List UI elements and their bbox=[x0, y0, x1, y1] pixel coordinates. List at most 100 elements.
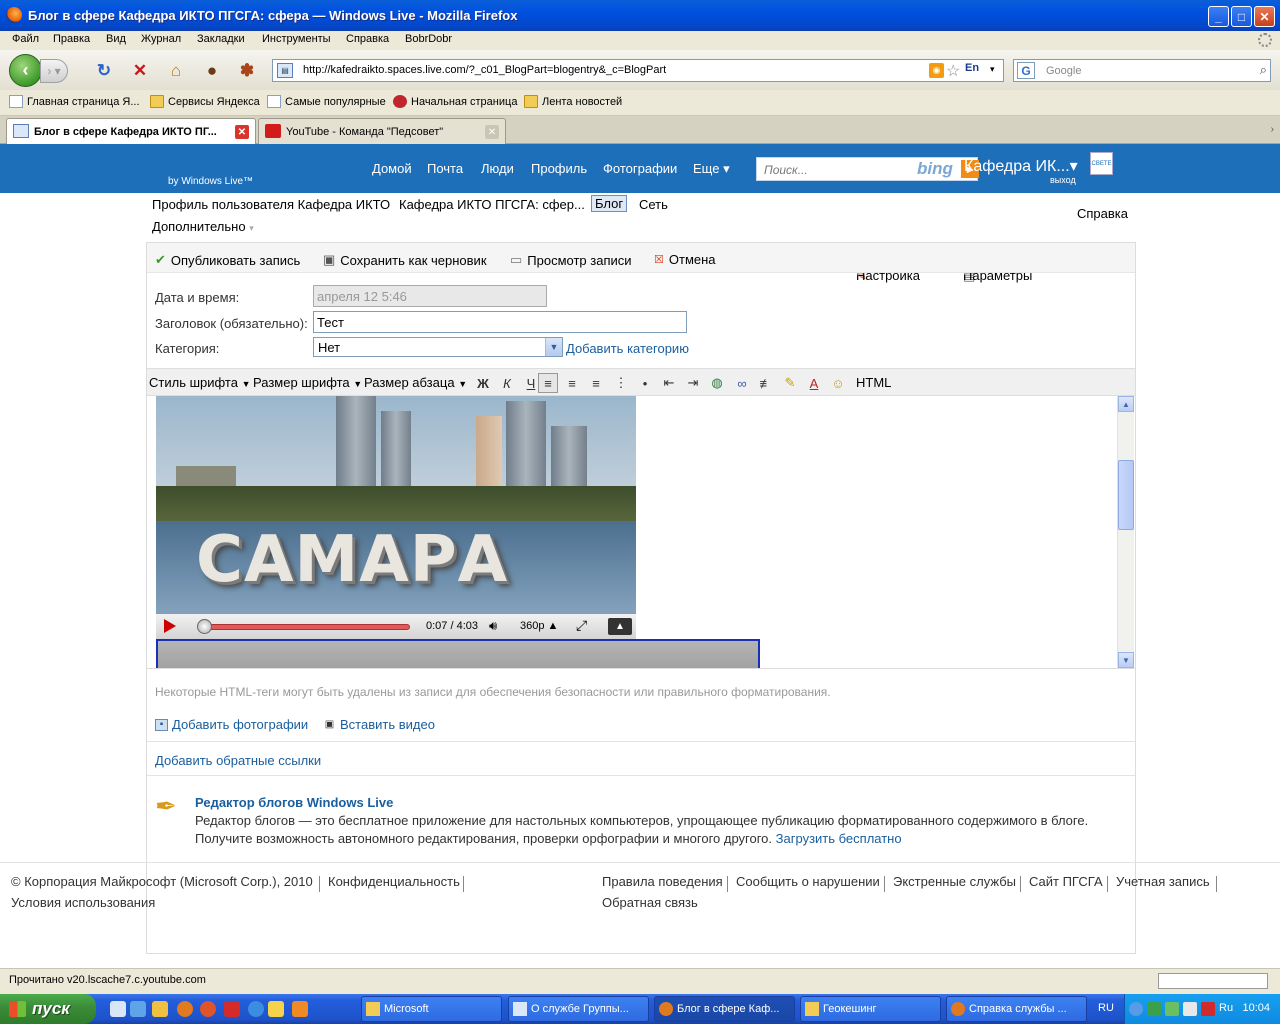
play-icon[interactable] bbox=[164, 619, 176, 633]
subnav-profile[interactable]: Профиль пользователя Кафедра ИКТО bbox=[152, 197, 390, 212]
add-category-link[interactable]: Добавить категорию bbox=[566, 341, 689, 356]
publish-button[interactable]: ✔ Опубликовать запись bbox=[155, 252, 300, 268]
scroll-down-icon[interactable]: ▼ bbox=[1118, 652, 1134, 668]
insert-link-icon[interactable]: ◍ bbox=[707, 373, 727, 393]
bookmark-most-popular[interactable]: Самые популярные bbox=[267, 95, 386, 108]
google-icon[interactable]: G bbox=[1017, 62, 1035, 79]
bookmark-yandex-home[interactable]: Главная страница Я... bbox=[9, 95, 140, 108]
numbered-list-icon[interactable]: ⋮ bbox=[611, 373, 631, 393]
forward-button[interactable]: › ▾ bbox=[40, 59, 68, 83]
cancel-button[interactable]: ☒ Отмена bbox=[654, 252, 716, 267]
title-field[interactable] bbox=[313, 311, 687, 333]
code-of-conduct-link[interactable]: Правила поведения bbox=[602, 874, 723, 889]
paw-icon[interactable]: ✽ bbox=[236, 61, 258, 81]
nav-people[interactable]: Люди bbox=[481, 161, 514, 176]
ie-quicklaunch-icon[interactable] bbox=[248, 1001, 264, 1017]
menu-tools[interactable]: Инструменты bbox=[262, 33, 331, 45]
subnav-more[interactable]: Дополнительно ▾ bbox=[152, 219, 254, 234]
tray-expand-icon[interactable] bbox=[1129, 1002, 1143, 1016]
avatar[interactable]: СВЕТЕ bbox=[1090, 152, 1113, 175]
date-field[interactable] bbox=[313, 285, 547, 307]
font-style-dropdown[interactable]: Стиль шрифта ▼ bbox=[149, 375, 251, 390]
tray-icon[interactable] bbox=[1183, 1002, 1197, 1016]
scroll-up-icon[interactable]: ▲ bbox=[1118, 396, 1134, 412]
highlight-icon[interactable]: ✎ bbox=[780, 373, 800, 393]
tray-icon[interactable] bbox=[1147, 1002, 1161, 1016]
align-right-icon[interactable]: ≡ bbox=[586, 373, 606, 393]
reload-icon[interactable]: ↻ bbox=[93, 61, 115, 81]
emoticon-icon[interactable]: ☺ bbox=[828, 373, 848, 393]
stop-icon[interactable]: ✕ bbox=[129, 61, 151, 81]
paragraph-size-dropdown[interactable]: Размер абзаца ▼ bbox=[364, 375, 467, 390]
search-bar[interactable]: G Google ⌕ bbox=[1013, 59, 1271, 82]
nav-more[interactable]: Еще ▾ bbox=[693, 161, 730, 177]
feedback-link[interactable]: Обратная связь bbox=[602, 895, 698, 910]
back-button[interactable]: ‹ bbox=[9, 54, 42, 87]
bookmark-star-icon[interactable]: ☆ bbox=[946, 61, 960, 81]
media-quicklaunch-icon[interactable] bbox=[268, 1001, 284, 1017]
firefox-quicklaunch-icon[interactable] bbox=[177, 1001, 193, 1017]
user-menu[interactable]: Кафедра ИК...▾ bbox=[964, 156, 1078, 176]
save-draft-button[interactable]: ▣ Сохранить как черновик bbox=[323, 252, 487, 268]
align-center-icon[interactable]: ≡ bbox=[562, 373, 582, 393]
html-mode-button[interactable]: HTML bbox=[856, 375, 891, 390]
bobrdobr-icon[interactable]: ● bbox=[201, 61, 223, 81]
menu-help[interactable]: Справка bbox=[346, 33, 389, 45]
search-icon[interactable]: ⌕ bbox=[1260, 62, 1267, 78]
menu-bobrdobr[interactable]: BobrDobr bbox=[405, 33, 452, 45]
add-backlinks-link[interactable]: Добавить обратные ссылки bbox=[155, 753, 321, 768]
bookmark-news-feed[interactable]: Лента новостей bbox=[524, 95, 622, 108]
tab-blog[interactable]: Блог в сфере Кафедра ИКТО ПГ... ✕ bbox=[6, 118, 256, 144]
align-left-icon[interactable]: ≡ bbox=[538, 373, 558, 393]
menu-history[interactable]: Журнал bbox=[141, 33, 181, 45]
outdent-icon[interactable]: ⇤ bbox=[659, 373, 679, 393]
subnav-network[interactable]: Сеть bbox=[639, 197, 668, 212]
language-indicator[interactable]: En bbox=[965, 62, 979, 74]
bulleted-list-icon[interactable]: • bbox=[635, 373, 655, 393]
show-desktop-icon[interactable] bbox=[110, 1001, 126, 1017]
sign-out-link[interactable]: выход bbox=[1050, 175, 1076, 185]
taskbar-item-groups[interactable]: О службе Группы... bbox=[508, 996, 649, 1022]
bold-button[interactable]: Ж bbox=[473, 373, 493, 393]
category-select[interactable]: Нет ▼ bbox=[313, 337, 563, 357]
home-icon[interactable]: ⌂ bbox=[165, 61, 187, 81]
indent-icon[interactable]: ⇥ bbox=[683, 373, 703, 393]
help-link[interactable]: Справка bbox=[1077, 206, 1128, 221]
video-progress-bar[interactable] bbox=[198, 624, 410, 630]
account-link[interactable]: Учетная запись bbox=[1116, 874, 1210, 889]
start-button[interactable]: пуск bbox=[0, 994, 96, 1024]
nav-mail[interactable]: Почта bbox=[427, 161, 463, 176]
nav-home[interactable]: Домой bbox=[372, 161, 412, 176]
maximize-button[interactable]: □ bbox=[1231, 6, 1252, 27]
opera-quicklaunch-icon[interactable] bbox=[224, 1001, 240, 1017]
firefox-quicklaunch-icon[interactable] bbox=[200, 1001, 216, 1017]
close-tab-icon[interactable]: ✕ bbox=[485, 125, 499, 139]
editor-content-area[interactable]: САМАРА 0:07 / 4:03 🔊︎ 360p ▲ ⤢ ▲ ▲ ▼ bbox=[147, 396, 1135, 669]
nav-photos[interactable]: Фотографии bbox=[603, 161, 677, 176]
close-tab-icon[interactable]: ✕ bbox=[235, 125, 249, 139]
menu-view[interactable]: Вид bbox=[106, 33, 126, 45]
add-photos-link[interactable]: ▪ Добавить фотографии bbox=[155, 717, 308, 732]
terms-link[interactable]: Условия использования bbox=[11, 895, 155, 910]
report-abuse-link[interactable]: Сообщить о нарушении bbox=[736, 874, 880, 889]
quicklaunch-icon[interactable] bbox=[292, 1001, 308, 1017]
expand-icon[interactable]: ▲ bbox=[608, 618, 632, 635]
quicklaunch-icon[interactable] bbox=[130, 1001, 146, 1017]
bookmark-start-page[interactable]: Начальная страница bbox=[393, 95, 517, 108]
unlink-icon[interactable]: ∞ bbox=[732, 373, 752, 393]
subnav-blog[interactable]: Блог bbox=[591, 195, 628, 212]
tray-icon[interactable] bbox=[1165, 1002, 1179, 1016]
promo-title[interactable]: Редактор блогов Windows Live bbox=[195, 795, 393, 810]
italic-button[interactable]: К bbox=[497, 373, 517, 393]
minimize-button[interactable]: _ bbox=[1208, 6, 1229, 27]
tray-icon[interactable] bbox=[1201, 1002, 1215, 1016]
url-text[interactable]: http://kafedraikto.spaces.live.com/?_c01… bbox=[303, 64, 666, 76]
taskbar-item-geocaching[interactable]: Геокешинг bbox=[800, 996, 941, 1022]
url-dropdown-icon[interactable]: ▾ bbox=[990, 64, 995, 75]
nav-profile[interactable]: Профиль bbox=[531, 161, 587, 176]
video-progress-knob[interactable] bbox=[197, 619, 213, 634]
taskbar-item-microsoft[interactable]: Microsoft bbox=[361, 996, 502, 1022]
download-free-link[interactable]: Загрузить бесплатно bbox=[776, 831, 902, 846]
privacy-link[interactable]: Конфиденциальность bbox=[328, 874, 460, 889]
live-search-input[interactable]: Поиск... bbox=[764, 163, 808, 177]
